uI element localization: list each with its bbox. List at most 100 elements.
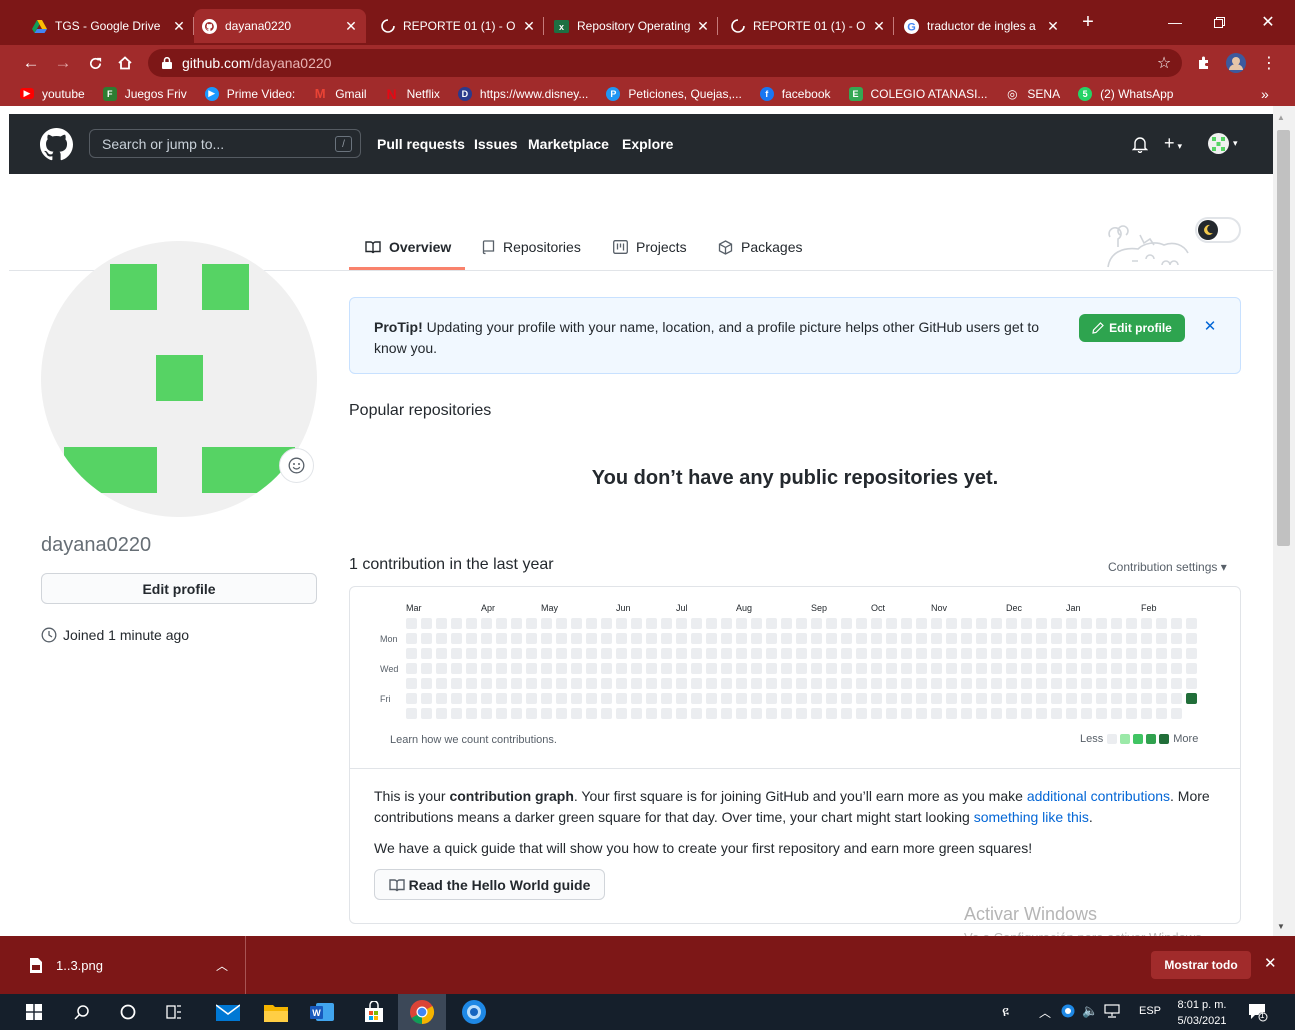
contribution-day[interactable] bbox=[646, 618, 657, 629]
contribution-day[interactable] bbox=[676, 678, 687, 689]
contribution-day[interactable] bbox=[976, 618, 987, 629]
bookmark-colegio[interactable]: E COLEGIO ATANASI... bbox=[848, 86, 987, 101]
contribution-day[interactable] bbox=[676, 633, 687, 644]
scroll-down-icon[interactable]: ▼ bbox=[1277, 922, 1285, 931]
minimize-window-icon[interactable]: — bbox=[1157, 10, 1193, 34]
bookmark-youtube[interactable]: ▶ youtube bbox=[20, 87, 85, 101]
contribution-day[interactable] bbox=[916, 648, 927, 659]
contribution-day[interactable] bbox=[571, 648, 582, 659]
contribution-day[interactable] bbox=[631, 663, 642, 674]
contribution-day[interactable] bbox=[1021, 693, 1032, 704]
contribution-day[interactable] bbox=[1036, 648, 1047, 659]
contribution-day[interactable] bbox=[661, 678, 672, 689]
contribution-day[interactable] bbox=[421, 618, 432, 629]
contribution-day[interactable] bbox=[1021, 648, 1032, 659]
contribution-day[interactable] bbox=[721, 618, 732, 629]
contribution-day[interactable] bbox=[1006, 663, 1017, 674]
contribution-day[interactable] bbox=[691, 648, 702, 659]
contribution-day[interactable] bbox=[721, 693, 732, 704]
contribution-day[interactable] bbox=[556, 618, 567, 629]
contribution-day[interactable] bbox=[766, 633, 777, 644]
contribution-day[interactable] bbox=[1051, 648, 1062, 659]
contribution-day[interactable] bbox=[961, 678, 972, 689]
contribution-day[interactable] bbox=[526, 633, 537, 644]
contribution-day[interactable] bbox=[556, 708, 567, 719]
contribution-day[interactable] bbox=[646, 678, 657, 689]
contribution-day[interactable] bbox=[781, 618, 792, 629]
contribution-day[interactable] bbox=[706, 618, 717, 629]
contribution-day[interactable] bbox=[961, 618, 972, 629]
contribution-day[interactable] bbox=[1036, 708, 1047, 719]
tab-overview[interactable]: Overview bbox=[365, 238, 451, 256]
browser-tab-active[interactable]: dayana0220 ✕ bbox=[194, 9, 366, 43]
contribution-day[interactable] bbox=[856, 618, 867, 629]
contribution-day[interactable] bbox=[736, 633, 747, 644]
contribution-day[interactable] bbox=[526, 693, 537, 704]
contribution-day[interactable] bbox=[976, 648, 987, 659]
contribution-day[interactable] bbox=[961, 648, 972, 659]
hello-world-guide-button[interactable]: Read the Hello World guide bbox=[374, 869, 605, 900]
contribution-day[interactable] bbox=[496, 618, 507, 629]
contribution-day[interactable] bbox=[1141, 648, 1152, 659]
contribution-day[interactable] bbox=[1171, 648, 1182, 659]
contribution-day[interactable] bbox=[586, 708, 597, 719]
address-bar[interactable]: github.com/dayana0220 bbox=[148, 49, 1182, 77]
contribution-day[interactable] bbox=[1126, 648, 1137, 659]
browser-tab[interactable]: REPORTE 01 (1) - Onl ✕ bbox=[722, 9, 894, 43]
chrome-taskbar-item[interactable] bbox=[398, 994, 446, 1030]
new-tab-button[interactable]: + bbox=[1072, 10, 1104, 34]
github-logo-icon[interactable] bbox=[40, 128, 73, 161]
contribution-day[interactable] bbox=[481, 678, 492, 689]
contribution-day[interactable] bbox=[961, 633, 972, 644]
contribution-day[interactable] bbox=[1081, 633, 1092, 644]
bookmark-sena[interactable]: ◎ SENA bbox=[1005, 87, 1060, 101]
contribution-day[interactable] bbox=[526, 618, 537, 629]
contribution-day[interactable] bbox=[631, 618, 642, 629]
contribution-day[interactable] bbox=[1096, 618, 1107, 629]
contribution-day[interactable] bbox=[931, 663, 942, 674]
contribution-day[interactable] bbox=[751, 618, 762, 629]
contribution-day[interactable] bbox=[1171, 708, 1182, 719]
contribution-day[interactable] bbox=[1096, 663, 1107, 674]
user-avatar-menu[interactable]: ▾ bbox=[1208, 133, 1238, 154]
contribution-day[interactable] bbox=[496, 708, 507, 719]
contribution-day[interactable] bbox=[631, 633, 642, 644]
contribution-day[interactable] bbox=[601, 648, 612, 659]
contribution-day[interactable] bbox=[661, 693, 672, 704]
contribution-day[interactable] bbox=[901, 663, 912, 674]
bookmark-disney[interactable]: Dhttps://www.disney... bbox=[457, 86, 588, 101]
contribution-day[interactable] bbox=[1156, 618, 1167, 629]
contribution-day[interactable] bbox=[661, 648, 672, 659]
contribution-day[interactable] bbox=[466, 633, 477, 644]
contribution-day[interactable] bbox=[481, 693, 492, 704]
tab-repositories[interactable]: Repositories bbox=[482, 238, 581, 256]
contribution-day[interactable] bbox=[766, 648, 777, 659]
contribution-day[interactable] bbox=[736, 693, 747, 704]
contribution-day[interactable] bbox=[811, 663, 822, 674]
contribution-day[interactable] bbox=[496, 633, 507, 644]
contribution-day[interactable] bbox=[736, 648, 747, 659]
contribution-day[interactable] bbox=[646, 693, 657, 704]
contribution-day[interactable] bbox=[826, 648, 837, 659]
contribution-day[interactable] bbox=[436, 633, 447, 644]
contribution-day[interactable] bbox=[436, 678, 447, 689]
contribution-day[interactable] bbox=[916, 663, 927, 674]
contribution-day[interactable] bbox=[1081, 708, 1092, 719]
contribution-day[interactable] bbox=[706, 693, 717, 704]
contribution-day[interactable] bbox=[781, 693, 792, 704]
contribution-day[interactable] bbox=[886, 708, 897, 719]
contribution-day[interactable] bbox=[946, 708, 957, 719]
contribution-day[interactable] bbox=[946, 648, 957, 659]
contribution-day[interactable] bbox=[631, 693, 642, 704]
contribution-day[interactable] bbox=[406, 678, 417, 689]
contribution-day[interactable] bbox=[841, 708, 852, 719]
nav-explore[interactable]: Explore bbox=[622, 136, 673, 152]
contribution-day[interactable] bbox=[1096, 678, 1107, 689]
contribution-settings-dropdown[interactable]: Contribution settings ▾ bbox=[1108, 560, 1227, 574]
contribution-day[interactable] bbox=[451, 648, 462, 659]
contribution-day[interactable] bbox=[841, 693, 852, 704]
contribution-day[interactable] bbox=[1156, 648, 1167, 659]
contribution-day[interactable] bbox=[541, 693, 552, 704]
contribution-day[interactable] bbox=[1126, 618, 1137, 629]
contribution-day[interactable] bbox=[721, 648, 732, 659]
